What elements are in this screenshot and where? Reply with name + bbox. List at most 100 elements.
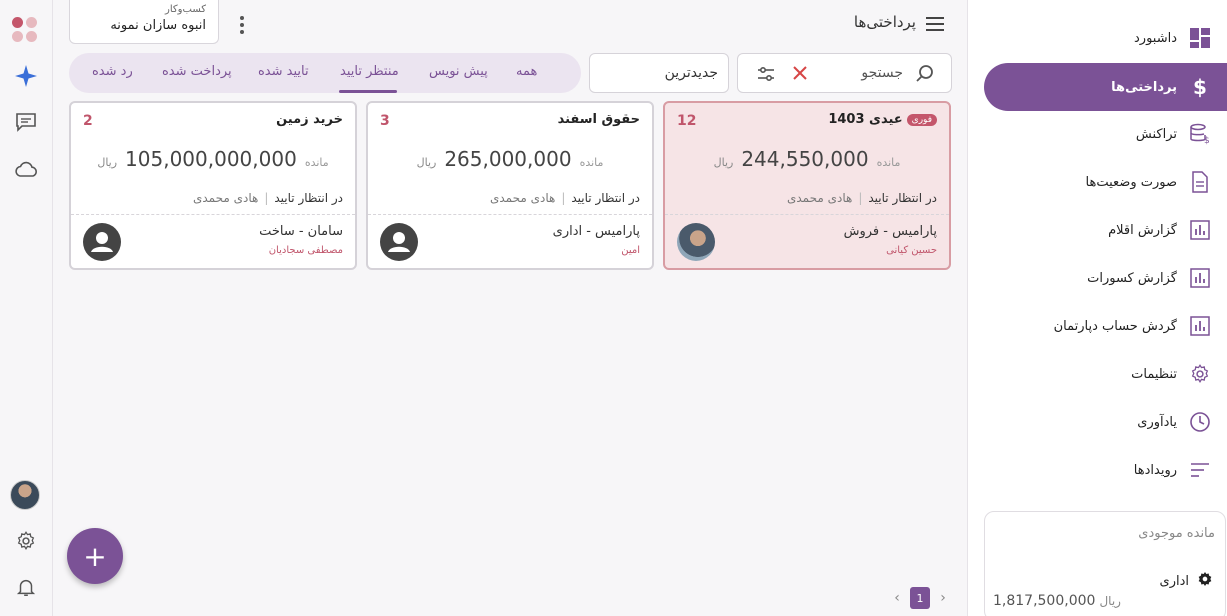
currency-unit: ریال [1099, 594, 1121, 608]
tab-pending[interactable]: منتظر تایید [340, 64, 399, 79]
card-approver: هادی محمدی [786, 191, 853, 205]
card-person: مصطفی سجادیان [268, 245, 343, 256]
search-icon [915, 64, 935, 88]
card-department: پارامیس - اداری [552, 224, 640, 239]
left-rail [0, 0, 53, 616]
card-department: سامان - ساخت [259, 224, 343, 239]
remain-label: مانده [304, 156, 329, 169]
sidebar-item-items-report[interactable]: گزارش اقلام [984, 206, 1227, 254]
separator: | [561, 191, 566, 205]
filter-sliders-icon[interactable] [756, 64, 776, 88]
balance-amount-row: 1,817,500,000 ریال [993, 593, 1121, 609]
chevron-right-icon[interactable]: › [936, 590, 950, 606]
sidebar-item-reminders[interactable]: یادآوری [984, 398, 1227, 446]
card-count: 2 [83, 113, 93, 129]
business-name: انبوه سازان نمونه [110, 18, 206, 33]
card-approver: هادی محمدی [192, 191, 259, 205]
search-box[interactable]: جستجو [737, 53, 952, 93]
card-amount-row: ریال 244,550,000 مانده [665, 147, 949, 171]
report-chart-icon [1189, 219, 1211, 241]
card-title: حقوق اسفند [558, 112, 640, 127]
card-status: در انتظار تایید [571, 191, 640, 205]
balance-card: مانده موجودی اداری 1,817,500,000 ریال [984, 511, 1226, 616]
tab-approved[interactable]: تایید شده [258, 64, 309, 79]
payment-card[interactable]: فوری عیدی 1403 12 ریال 244,550,000 مانده… [663, 101, 951, 270]
sparkle-icon[interactable] [12, 62, 40, 90]
clear-icon[interactable] [792, 65, 808, 85]
user-avatar[interactable] [10, 480, 40, 510]
dollar-icon: $ [1193, 75, 1207, 99]
balance-department: اداری [1160, 571, 1213, 591]
sidebar-item-events[interactable]: رویدادها [984, 446, 1227, 494]
sidebar-item-statements[interactable]: صورت وضعیت‌ها [984, 158, 1227, 206]
payment-card[interactable]: حقوق اسفند 3 ریال 265,000,000 مانده در ا… [366, 101, 654, 270]
dashboard-icon [1189, 27, 1211, 49]
sidebar-item-dashboard[interactable]: داشبورد [984, 14, 1227, 62]
card-amount: 265,000,000 [444, 147, 572, 171]
card-department: پارامیس - فروش [843, 224, 937, 239]
card-divider [368, 214, 652, 215]
payment-card[interactable]: خرید زمین 2 ریال 105,000,000,000 مانده د… [69, 101, 357, 270]
card-status-row: در انتظار تایید | هادی محمدی [787, 191, 937, 205]
gear-icon[interactable] [12, 527, 40, 555]
tab-rejected[interactable]: رد شده [92, 64, 133, 79]
sidebar-item-label: داشبورد [1134, 30, 1177, 46]
tab-all[interactable]: همه [516, 64, 537, 79]
card-status: در انتظار تایید [274, 191, 343, 205]
balance-amount: 1,817,500,000 [993, 593, 1096, 609]
card-title-text: عیدی 1403 [828, 112, 903, 127]
currency-unit: ریال [97, 156, 118, 169]
balance-department-name: اداری [1159, 573, 1189, 589]
card-status: در انتظار تایید [868, 191, 937, 205]
sidebar-item-label: تراکنش [1135, 126, 1177, 142]
search-input[interactable]: جستجو [861, 65, 903, 81]
more-vert-icon[interactable] [236, 14, 248, 36]
sidebar-item-label: رویدادها [1133, 462, 1177, 478]
add-payment-button[interactable]: + [67, 528, 123, 584]
remain-label: مانده [579, 156, 604, 169]
sidebar-item-label: پرداختی‌ها [1111, 79, 1177, 95]
app-logo[interactable] [12, 17, 38, 43]
card-amount-row: ریال 265,000,000 مانده [368, 147, 652, 171]
events-icon [1189, 459, 1211, 481]
tab-draft[interactable]: پیش نویس [429, 64, 488, 79]
urgent-badge: فوری [906, 113, 937, 126]
currency-unit: ریال [713, 156, 734, 169]
card-person: حسین کیانی [886, 245, 937, 256]
pagination: ‹ 1 › [890, 587, 950, 609]
sidebar-item-transactions[interactable]: $ تراکنش [984, 110, 1227, 158]
clock-icon [1189, 411, 1211, 433]
sort-select[interactable]: جدیدترین [589, 53, 729, 93]
card-divider [665, 214, 949, 215]
svg-text:$: $ [1204, 136, 1210, 145]
chevron-left-icon[interactable]: ‹ [890, 590, 904, 606]
card-amount-row: ریال 105,000,000,000 مانده [71, 147, 355, 171]
business-label: کسب‌وکار [165, 4, 206, 15]
page-number[interactable]: 1 [910, 587, 930, 609]
sidebar-item-payments[interactable]: $ پرداختی‌ها [984, 63, 1227, 111]
sidebar-item-settings[interactable]: تنظیمات [984, 350, 1227, 398]
card-title: فوری عیدی 1403 [828, 112, 937, 127]
card-title: خرید زمین [276, 112, 343, 127]
card-title-text: حقوق اسفند [557, 112, 640, 127]
sidebar-item-department-ledger[interactable]: گردش حساب دپارتمان [984, 302, 1227, 350]
person-placeholder-icon [83, 223, 121, 261]
card-status-row: در انتظار تایید | هادی محمدی [193, 191, 343, 205]
card-person: امین [621, 245, 640, 256]
card-title-text: خرید زمین [276, 112, 343, 127]
chat-icon[interactable] [12, 108, 40, 136]
sidebar-item-deductions-report[interactable]: گزارش کسورات [984, 254, 1227, 302]
cloud-icon[interactable] [12, 155, 40, 183]
hamburger-menu-icon[interactable] [925, 14, 945, 34]
person-avatar [677, 223, 715, 261]
separator: | [858, 191, 863, 205]
sidebar-item-label: تنظیمات [1131, 366, 1177, 382]
tab-paid[interactable]: پرداخت شده [162, 64, 232, 79]
card-amount: 244,550,000 [741, 147, 869, 171]
business-selector[interactable]: کسب‌وکار انبوه سازان نمونه [69, 0, 219, 44]
bell-icon[interactable] [12, 573, 40, 601]
remain-label: مانده [876, 156, 901, 169]
plus-icon: + [83, 539, 107, 573]
gear-icon[interactable] [1197, 571, 1213, 591]
person-placeholder-icon [380, 223, 418, 261]
